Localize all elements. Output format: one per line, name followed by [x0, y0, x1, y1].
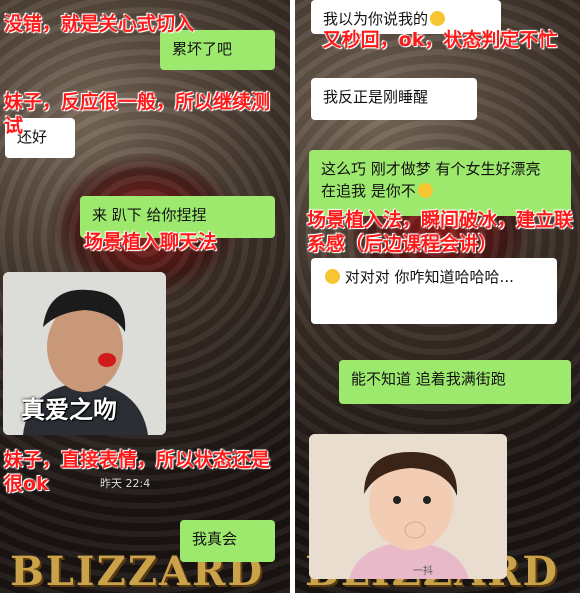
annotation: 场景植入法，瞬间破冰，建立联系感（后边课程会讲） — [307, 209, 574, 255]
annotation: 妹子，反应很一般，所以继续测试 — [4, 91, 271, 137]
sticker-caption: 一抖 — [413, 566, 433, 577]
smirk-emoji-icon — [417, 183, 433, 198]
annotation: 妹子，直接表情，所以状态还是很ok — [4, 449, 271, 495]
chat-bubble-outgoing[interactable]: 我真会 — [180, 520, 275, 562]
toddler-sticker[interactable]: 一抖 — [309, 434, 507, 579]
laughing-emoji-icon — [325, 269, 340, 284]
sticker-caption: 真爱之吻 — [21, 396, 117, 424]
chat-bubble-incoming[interactable]: 对对对 你咋知道哈哈哈... — [311, 258, 557, 324]
annotation: 没错，就是关心式切入 — [4, 13, 195, 35]
chat-bubble-incoming[interactable]: 我反正是刚睡醒 — [311, 78, 477, 120]
annotation: 又秒回，ok，状态判定不忙 — [322, 29, 558, 51]
chat-bubble-outgoing[interactable]: 累坏了吧 — [160, 30, 275, 70]
bubble-text: 对对对 你咋知道哈哈哈... — [344, 268, 514, 286]
bubble-text: 我以为你说我的 — [323, 10, 429, 28]
kiss-sticker[interactable]: 真爱之吻 — [3, 272, 166, 435]
laughing-emoji-icon — [430, 11, 446, 26]
left-chat-panel: BLIZZARD 累坏了吧 还好 来 趴下 给你捏捏 我真会 真爱之吻 昨天 2… — [0, 0, 290, 593]
chat-bubble-outgoing[interactable]: 这么巧 刚才做梦 有个女生好漂亮 在追我 是你不 — [309, 150, 571, 216]
sticker-image — [309, 434, 507, 579]
right-chat-panel: BLIZZARD 我以为你说我的 我反正是刚睡醒 这么巧 刚才做梦 有个女生好漂… — [295, 0, 580, 593]
chat-bubble-outgoing[interactable]: 能不知道 追着我满街跑 — [339, 360, 571, 404]
annotation: 场景植入聊天法 — [84, 231, 218, 253]
